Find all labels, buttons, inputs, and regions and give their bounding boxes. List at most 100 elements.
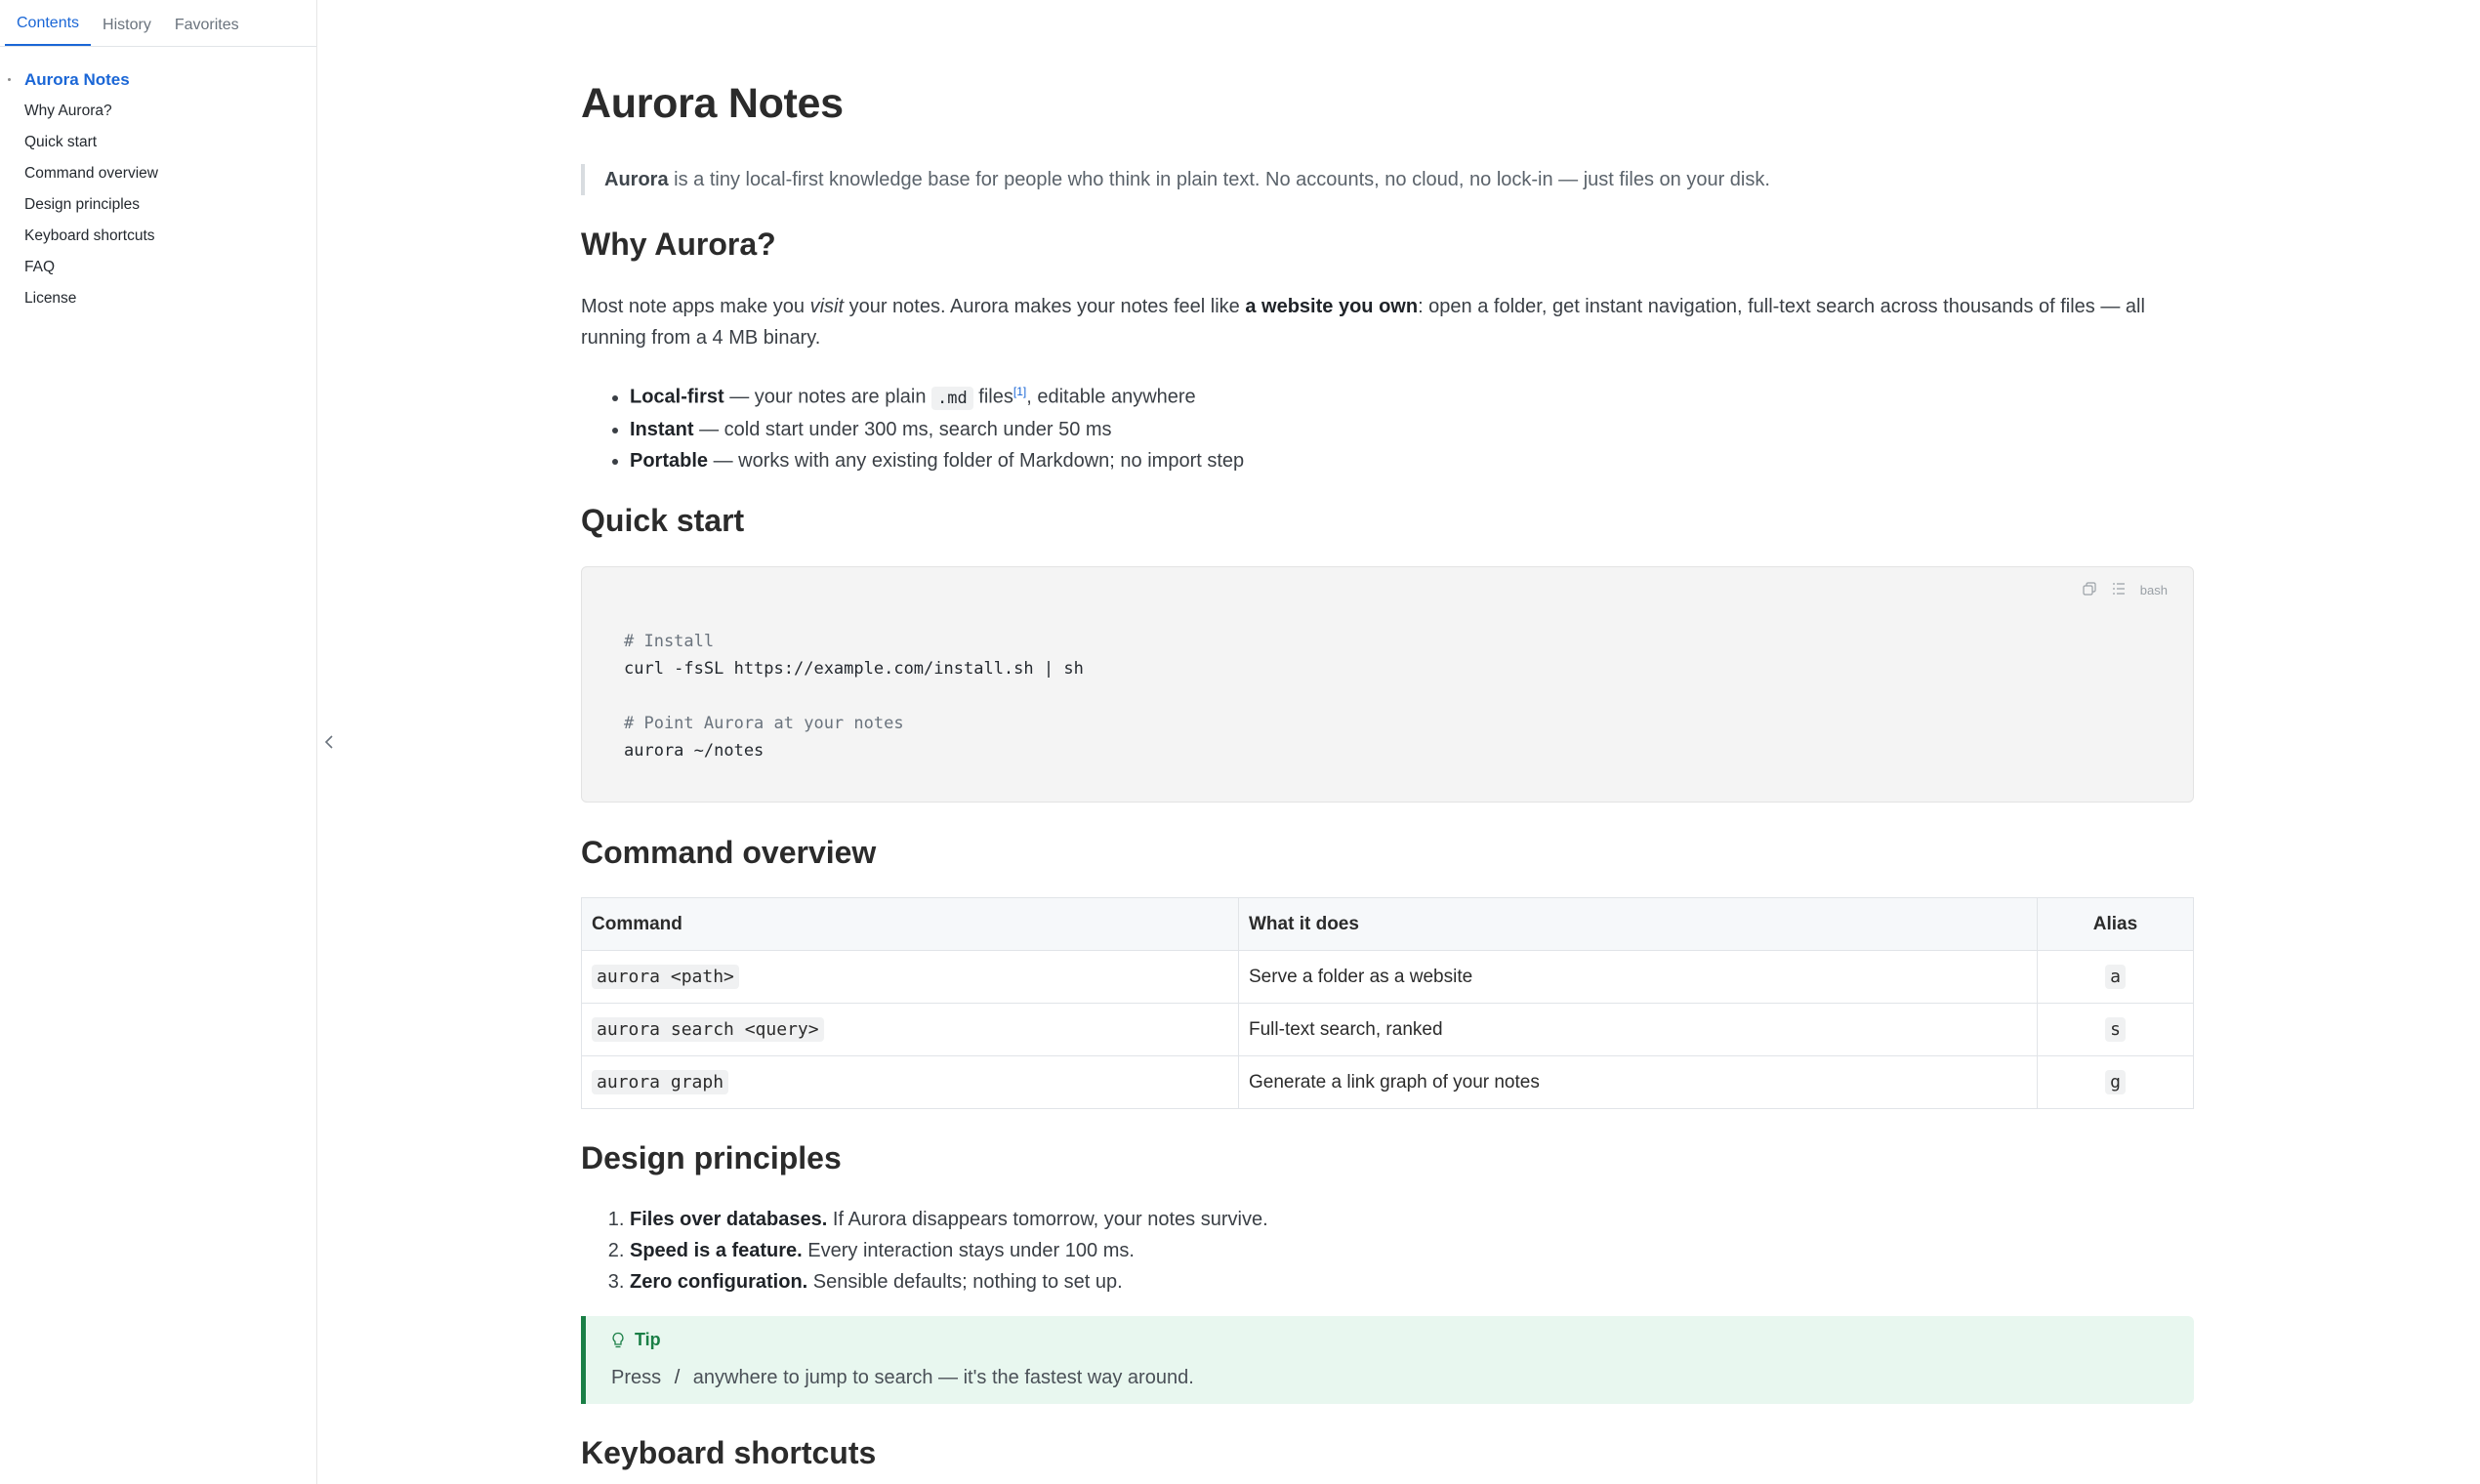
tab-favorites[interactable]: Favorites xyxy=(163,0,251,46)
toc-item-faq[interactable]: FAQ xyxy=(0,252,316,283)
code-line: aurora ~/notes xyxy=(624,741,765,761)
list-item: Zero configuration. Sensible defaults; n… xyxy=(630,1266,1268,1298)
column-header: Alias xyxy=(2037,897,2194,951)
toc-item-label: Design principles xyxy=(24,196,141,213)
table-cell: s xyxy=(2037,1003,2194,1056)
column-header: What it does xyxy=(1238,897,2038,951)
table-row: aurora graph Generate a link graph of yo… xyxy=(581,1055,2194,1109)
table-cell: g xyxy=(2037,1055,2194,1109)
alias-code: s xyxy=(2105,1016,2126,1042)
code-toolbar: bash xyxy=(2082,581,2168,599)
command-table: Command What it does Alias aurora <path>… xyxy=(581,897,2194,1109)
copy-icon[interactable] xyxy=(2082,581,2097,599)
lead-text: is a tiny local-first knowledge base for… xyxy=(668,169,1770,190)
chevron-left-icon xyxy=(324,735,333,749)
lightbulb-icon xyxy=(612,1332,624,1347)
lead-quote: Aurora is a tiny local-first knowledge b… xyxy=(581,164,2194,195)
tip-callout: Tip Press / anywhere to jump to search —… xyxy=(581,1316,2194,1404)
code-line: # Install xyxy=(624,632,715,651)
why-em: visit xyxy=(809,296,845,317)
table-cell: aurora <path> xyxy=(581,950,1239,1004)
feature-name: Instant xyxy=(630,418,694,440)
heading-quick-start: Quick start xyxy=(581,503,745,538)
principle-text: If Aurora disappears tomorrow, your note… xyxy=(827,1209,1268,1230)
heading-command-overview: Command overview xyxy=(581,835,877,870)
sidebar-tabs: Contents History Favorites xyxy=(0,0,316,47)
tab-history[interactable]: History xyxy=(91,0,163,46)
toc-item-design-principles[interactable]: Design principles xyxy=(0,189,316,221)
why-text-2: your notes. Aurora makes your notes feel… xyxy=(844,296,1246,317)
list-item: Speed is a feature. Every interaction st… xyxy=(630,1235,1268,1266)
why-text-1: Most note apps make you xyxy=(581,296,810,317)
footnote-link[interactable]: [1] xyxy=(1013,385,1026,398)
heading-design-principles: Design principles xyxy=(581,1140,842,1175)
lead-strong: Aurora xyxy=(604,169,669,190)
table-cell: aurora search <query> xyxy=(581,1003,1239,1056)
page-title: Aurora Notes xyxy=(581,80,844,127)
heading-keyboard-shortcuts: Keyboard shortcuts xyxy=(581,1435,877,1470)
tab-contents[interactable]: Contents xyxy=(5,0,92,46)
keyboard-key: / xyxy=(674,1367,681,1388)
tip-title-text: Tip xyxy=(635,1330,661,1349)
principle-name: Files over databases. xyxy=(630,1209,828,1230)
table-cell: Generate a link graph of your notes xyxy=(1238,1055,2038,1109)
feature-text: — cold start under 300 ms, search under … xyxy=(693,418,1112,440)
toc-item-label: Command overview xyxy=(24,165,158,182)
toc-item-label: License xyxy=(24,290,77,307)
table-cell: Serve a folder as a website xyxy=(1238,950,2038,1004)
feature-name: Local-first xyxy=(630,386,724,408)
feature-text: — works with any existing folder of Mark… xyxy=(708,449,1245,472)
collapse-sidebar-button[interactable] xyxy=(320,730,338,754)
code-line: curl -fsSL https://example.com/install.s… xyxy=(624,659,1084,679)
list-item: Files over databases. If Aurora disappea… xyxy=(630,1204,1268,1235)
code-line: # Point Aurora at your notes xyxy=(624,714,904,733)
feature-list: Local-first — your notes are plain .md f… xyxy=(581,376,1244,476)
toc-item-label: Quick start xyxy=(24,134,98,150)
column-header: Command xyxy=(581,897,1239,951)
toc-item-quick-start[interactable]: Quick start xyxy=(0,127,316,158)
feature-text: , editable anywhere xyxy=(1026,386,1196,408)
feature-name: Portable xyxy=(630,449,709,472)
sidebar: Contents History Favorites Aurora Notes … xyxy=(0,0,317,1484)
table-cell: a xyxy=(2037,950,2194,1004)
table-row: aurora <path> Serve a folder as a websit… xyxy=(581,950,2194,1004)
toc-item-command-overview[interactable]: Command overview xyxy=(0,158,316,189)
command-code: aurora search <query> xyxy=(592,1016,824,1042)
inline-code: .md xyxy=(931,386,973,410)
table-cell: aurora graph xyxy=(581,1055,1239,1109)
principle-name: Speed is a feature. xyxy=(630,1240,803,1261)
line-numbers-icon[interactable] xyxy=(2111,581,2127,599)
why-strong: a website you own xyxy=(1245,296,1419,317)
alias-code: a xyxy=(2105,964,2126,989)
toc-item-license[interactable]: License xyxy=(0,283,316,314)
heading-why-aurora: Why Aurora? xyxy=(581,227,776,262)
tip-text: anywhere to jump to search — it's the fa… xyxy=(687,1367,1194,1388)
table-cell: Full-text search, ranked xyxy=(1238,1003,2038,1056)
list-item: Portable — works with any existing folde… xyxy=(630,445,1244,476)
code-content: # Install curl -fsSL https://example.com/… xyxy=(624,628,1084,764)
command-code: aurora <path> xyxy=(592,964,739,989)
tip-title: Tip xyxy=(611,1330,661,1350)
why-paragraph: Most note apps make you visit your notes… xyxy=(581,291,2194,353)
toc-item-label: Keyboard shortcuts xyxy=(24,227,155,244)
toc-item-keyboard-shortcuts[interactable]: Keyboard shortcuts xyxy=(0,221,316,252)
toc-item-aurora-notes[interactable]: Aurora Notes xyxy=(0,64,316,96)
code-language-label: bash xyxy=(2139,583,2168,598)
table-of-contents: Aurora Notes Why Aurora? Quick start Com… xyxy=(0,47,316,314)
table-row: aurora search <query> Full-text search, … xyxy=(581,1003,2194,1056)
principle-name: Zero configuration. xyxy=(630,1271,808,1293)
toc-item-why-aurora[interactable]: Why Aurora? xyxy=(0,96,316,127)
list-item: Local-first — your notes are plain .md f… xyxy=(630,376,1244,414)
principle-text: Every interaction stays under 100 ms. xyxy=(802,1240,1135,1261)
toc-item-label: Aurora Notes xyxy=(24,70,130,89)
tip-body: Press / anywhere to jump to search — it'… xyxy=(611,1367,1194,1389)
principles-list: Files over databases. If Aurora disappea… xyxy=(581,1204,1268,1298)
toc-item-label: Why Aurora? xyxy=(24,103,112,119)
code-block: bash # Install curl -fsSL https://example… xyxy=(581,566,2194,803)
toc-item-label: FAQ xyxy=(24,259,56,275)
principle-text: Sensible defaults; nothing to set up. xyxy=(807,1271,1123,1293)
alias-code: g xyxy=(2105,1069,2126,1094)
command-code: aurora graph xyxy=(592,1069,729,1094)
table-header-row: Command What it does Alias xyxy=(581,897,2194,951)
